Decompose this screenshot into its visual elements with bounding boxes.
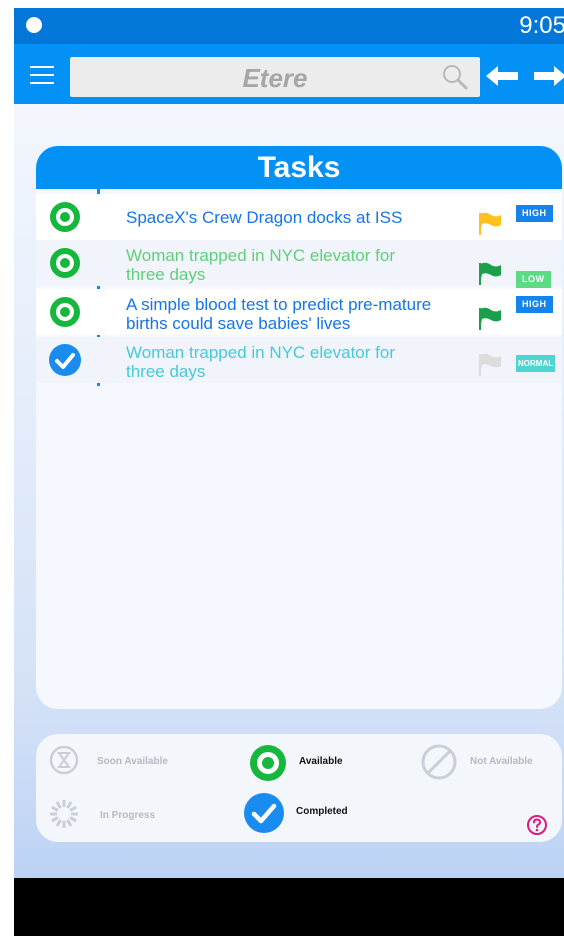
tasks-card: Tasks SpaceX's Crew Dragon docks at ISS H… xyxy=(36,146,562,709)
search-text: Etere xyxy=(242,63,308,93)
task-title: Woman trapped in NYC elevator for three … xyxy=(126,343,395,381)
legend-completed: Completed xyxy=(296,806,348,817)
task-row[interactable]: Woman trapped in NYC elevator for three … xyxy=(36,337,562,383)
flag-icon xyxy=(479,212,501,235)
search-input[interactable]: Etere xyxy=(70,57,480,97)
priority-badge: NORMAL xyxy=(516,355,556,372)
hamburger-menu-icon[interactable] xyxy=(30,66,54,84)
search-icon[interactable] xyxy=(442,64,468,90)
available-icon[interactable] xyxy=(48,246,82,280)
available-icon[interactable] xyxy=(48,200,82,234)
task-row[interactable]: SpaceX's Crew Dragon docks at ISS HIGH xyxy=(36,194,562,240)
notification-dot-icon xyxy=(26,17,42,33)
legend-in-progress: In Progress xyxy=(100,810,156,821)
task-title: SpaceX's Crew Dragon docks at ISS xyxy=(126,208,403,227)
navigation-bar xyxy=(14,878,564,936)
arrow-left-icon[interactable] xyxy=(486,66,518,86)
arrow-right-icon[interactable] xyxy=(534,66,564,86)
available-icon xyxy=(248,743,288,788)
completed-icon[interactable] xyxy=(48,343,82,377)
toolbar: Etere xyxy=(14,44,564,104)
in-progress-icon xyxy=(48,798,80,835)
hourglass-icon xyxy=(48,744,80,781)
flag-icon xyxy=(479,353,501,376)
flag-icon xyxy=(479,307,501,330)
status-bar: 9:05 xyxy=(14,8,564,44)
task-title: A simple blood test to predict pre-matur… xyxy=(126,295,432,333)
priority-badge: HIGH xyxy=(516,296,553,313)
tasks-title: Tasks xyxy=(36,146,562,189)
legend-not-available: Not Available xyxy=(470,756,533,767)
status-time: 9:05 xyxy=(519,12,564,39)
completed-icon xyxy=(243,792,285,839)
help-icon[interactable] xyxy=(526,814,548,836)
legend-soon-available: Soon Available xyxy=(97,756,168,767)
available-icon[interactable] xyxy=(48,295,82,329)
task-row[interactable]: Woman trapped in NYC elevator for three … xyxy=(36,240,562,288)
not-available-icon xyxy=(420,743,458,786)
task-row[interactable]: A simple blood test to predict pre-matur… xyxy=(36,289,562,335)
flag-icon xyxy=(479,262,501,285)
status-legend: Soon Available Available Not Available I… xyxy=(36,734,562,842)
legend-available: Available xyxy=(299,756,343,767)
priority-badge: LOW xyxy=(516,271,551,288)
priority-badge: HIGH xyxy=(516,205,553,222)
task-title: Woman trapped in NYC elevator for three … xyxy=(126,246,395,284)
app-screen: 9:05 Etere Tasks SpaceX's Crew Dragon do… xyxy=(14,8,564,936)
